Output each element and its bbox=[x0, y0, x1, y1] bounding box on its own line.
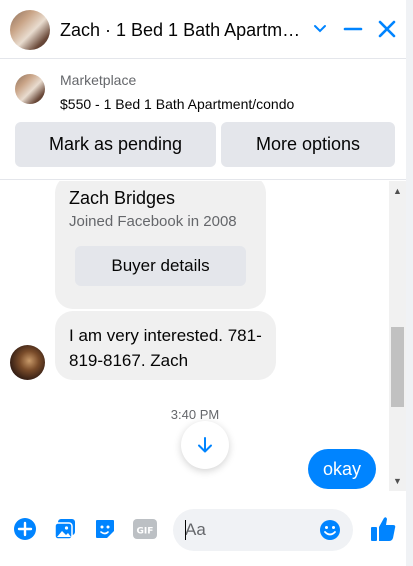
message-input[interactable] bbox=[185, 518, 315, 542]
incoming-message: I am very interested. 781-819-8167. Zach bbox=[55, 311, 276, 380]
text-cursor bbox=[185, 520, 186, 540]
scroll-down-arrow[interactable]: ▼ bbox=[389, 475, 406, 487]
buyer-name: Zach Bridges bbox=[69, 188, 176, 208]
mark-as-pending-button[interactable]: Mark as pending bbox=[15, 122, 216, 167]
buyer-joined: Joined Facebook in 2008 bbox=[69, 213, 237, 230]
like-icon[interactable] bbox=[368, 514, 398, 544]
outgoing-message: okay bbox=[308, 449, 376, 489]
composer: GIF bbox=[0, 492, 406, 566]
add-icon[interactable] bbox=[12, 516, 38, 542]
messages-scrollbar[interactable]: ▲ ▼ bbox=[389, 181, 406, 491]
message-timestamp: 3:40 PM bbox=[170, 407, 220, 422]
gif-icon[interactable]: GIF bbox=[132, 516, 158, 542]
scrollbar-thumb[interactable] bbox=[391, 327, 404, 407]
emoji-icon[interactable] bbox=[318, 518, 342, 542]
message-thread: Zach Bridges Joined Facebook in 2008 Buy… bbox=[0, 181, 406, 491]
marketplace-panel: Marketplace $550 - 1 Bed 1 Bath Apartmen… bbox=[0, 60, 406, 180]
sender-avatar[interactable] bbox=[10, 345, 45, 380]
photo-icon[interactable] bbox=[52, 516, 78, 542]
svg-text:GIF: GIF bbox=[137, 527, 154, 537]
buyer-details-button[interactable]: Buyer details bbox=[75, 246, 246, 286]
minimize-icon[interactable] bbox=[338, 14, 368, 44]
listing-thumbnail[interactable] bbox=[15, 74, 45, 104]
window-edge bbox=[406, 0, 413, 566]
close-icon[interactable] bbox=[372, 14, 402, 44]
message-input-box[interactable] bbox=[173, 509, 353, 551]
sticker-icon[interactable] bbox=[92, 516, 118, 542]
scroll-to-bottom-button[interactable] bbox=[181, 421, 229, 469]
listing-title[interactable]: $550 - 1 Bed 1 Bath Apartment/condo bbox=[60, 96, 294, 112]
more-options-button[interactable]: More options bbox=[221, 122, 395, 167]
marketplace-label: Marketplace bbox=[60, 72, 137, 88]
chat-title[interactable]: Zach · 1 Bed 1 Bath Apartment/condo bbox=[60, 20, 310, 41]
chat-header: Zach · 1 Bed 1 Bath Apartment/condo bbox=[0, 0, 413, 59]
listing-avatar[interactable] bbox=[10, 10, 50, 50]
arrow-down-icon bbox=[198, 437, 212, 453]
chevron-down-icon[interactable] bbox=[305, 14, 335, 44]
buyer-card: Zach Bridges Joined Facebook in 2008 Buy… bbox=[55, 181, 266, 309]
scroll-up-arrow[interactable]: ▲ bbox=[389, 185, 406, 197]
